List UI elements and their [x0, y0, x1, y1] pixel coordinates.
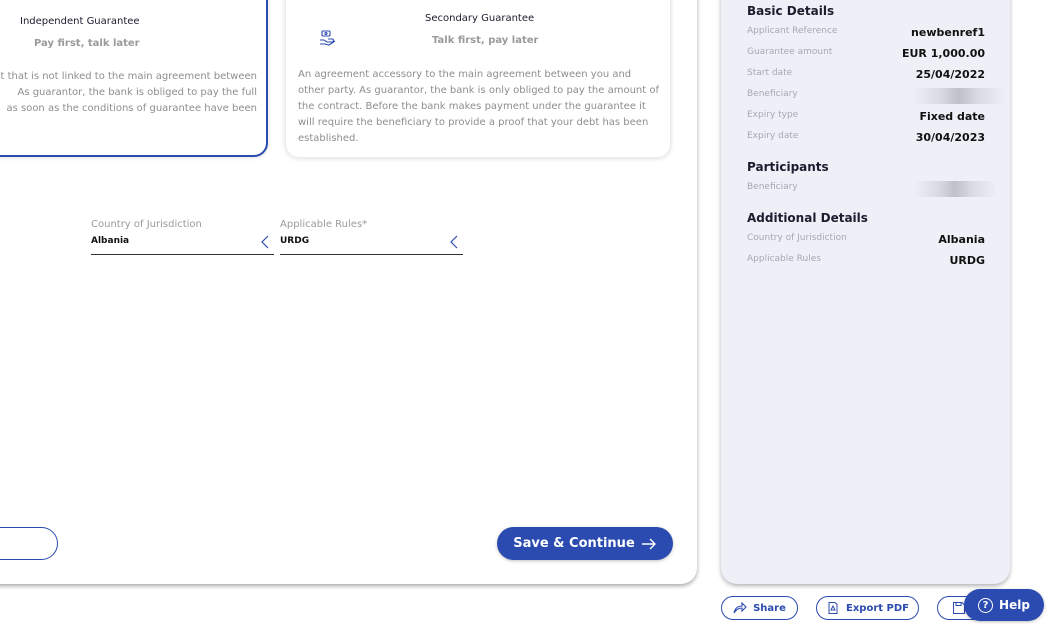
field-label: Applicable Rules*: [280, 219, 368, 230]
expiry-date-label: Expiry date: [747, 131, 799, 141]
pdf-icon: [828, 602, 838, 614]
basic-details-heading: Basic Details: [747, 4, 835, 18]
save-continue-label: Save & Continue: [513, 536, 635, 551]
card-description: An agreement accessory to the main agree…: [298, 69, 660, 144]
guarantee-amount-label: Guarantee amount: [747, 47, 833, 57]
save-continue-button[interactable]: Save & Continue: [497, 527, 673, 560]
applicable-rules-select[interactable]: Applicable Rules* URDG: [280, 219, 463, 255]
card-title: Secondary Guarantee: [425, 13, 535, 24]
help-label: Help: [999, 598, 1030, 612]
help-button[interactable]: ? Help: [964, 589, 1044, 621]
additional-details-heading: Additional Details: [747, 211, 868, 225]
card-title: Independent Guarantee: [20, 16, 140, 27]
beneficiary-redacted-value: [911, 88, 1007, 104]
chevron-left-icon: [261, 235, 269, 249]
expiry-type-label: Expiry type: [747, 110, 799, 120]
arrow-right-icon: [641, 538, 656, 549]
country-of-jurisdiction-select[interactable]: Country of Jurisdiction Albania: [91, 219, 274, 255]
start-date-label: Start date: [747, 68, 793, 78]
summary-panel: Basic Details Applicant Reference newben…: [721, 0, 1010, 584]
export-pdf-button[interactable]: Export PDF: [816, 596, 919, 620]
back-button[interactable]: [0, 527, 58, 560]
participants-heading: Participants: [747, 160, 829, 174]
participants-beneficiary-label: Beneficiary: [747, 182, 798, 192]
question-icon: ?: [978, 597, 994, 613]
independent-guarantee-card[interactable]: Independent Guarantee Pay first, talk la…: [0, 0, 268, 157]
expiry-type-value: Fixed date: [919, 110, 985, 123]
guarantee-application-page: Independent Guarantee Pay first, talk la…: [0, 0, 1047, 624]
field-value: URDG: [280, 236, 310, 246]
chevron-left-icon: [450, 235, 458, 249]
secondary-guarantee-card[interactable]: Secondary Guarantee Talk first, pay late…: [285, 0, 671, 158]
hand-coins-icon: [320, 30, 336, 46]
share-icon: [733, 602, 747, 614]
field-label: Country of Jurisdiction: [91, 219, 202, 230]
field-value: Albania: [91, 236, 130, 246]
applicant-reference-value: newbenref1: [911, 26, 985, 39]
card-subtitle: Pay first, talk later: [34, 38, 140, 49]
export-pdf-label: Export PDF: [846, 602, 909, 614]
card-subtitle: Talk first, pay later: [432, 35, 539, 46]
card-description: nt that is not linked to the main agreem…: [0, 71, 257, 114]
beneficiary-label: Beneficiary: [747, 89, 798, 99]
country-value: Albania: [938, 233, 985, 246]
share-button[interactable]: Share: [721, 596, 798, 620]
start-date-value: 25/04/2022: [915, 68, 985, 81]
expiry-date-value: 30/04/2023: [915, 131, 985, 144]
country-label: Country of Jurisdiction: [747, 233, 847, 243]
guarantee-amount-value: EUR 1,000.00: [901, 47, 985, 60]
rules-label: Applicable Rules: [747, 254, 821, 264]
rules-value: URDG: [949, 254, 985, 267]
applicant-reference-label: Applicant Reference: [747, 26, 838, 36]
share-label: Share: [753, 602, 786, 614]
participants-beneficiary-redacted-value: [913, 181, 997, 197]
